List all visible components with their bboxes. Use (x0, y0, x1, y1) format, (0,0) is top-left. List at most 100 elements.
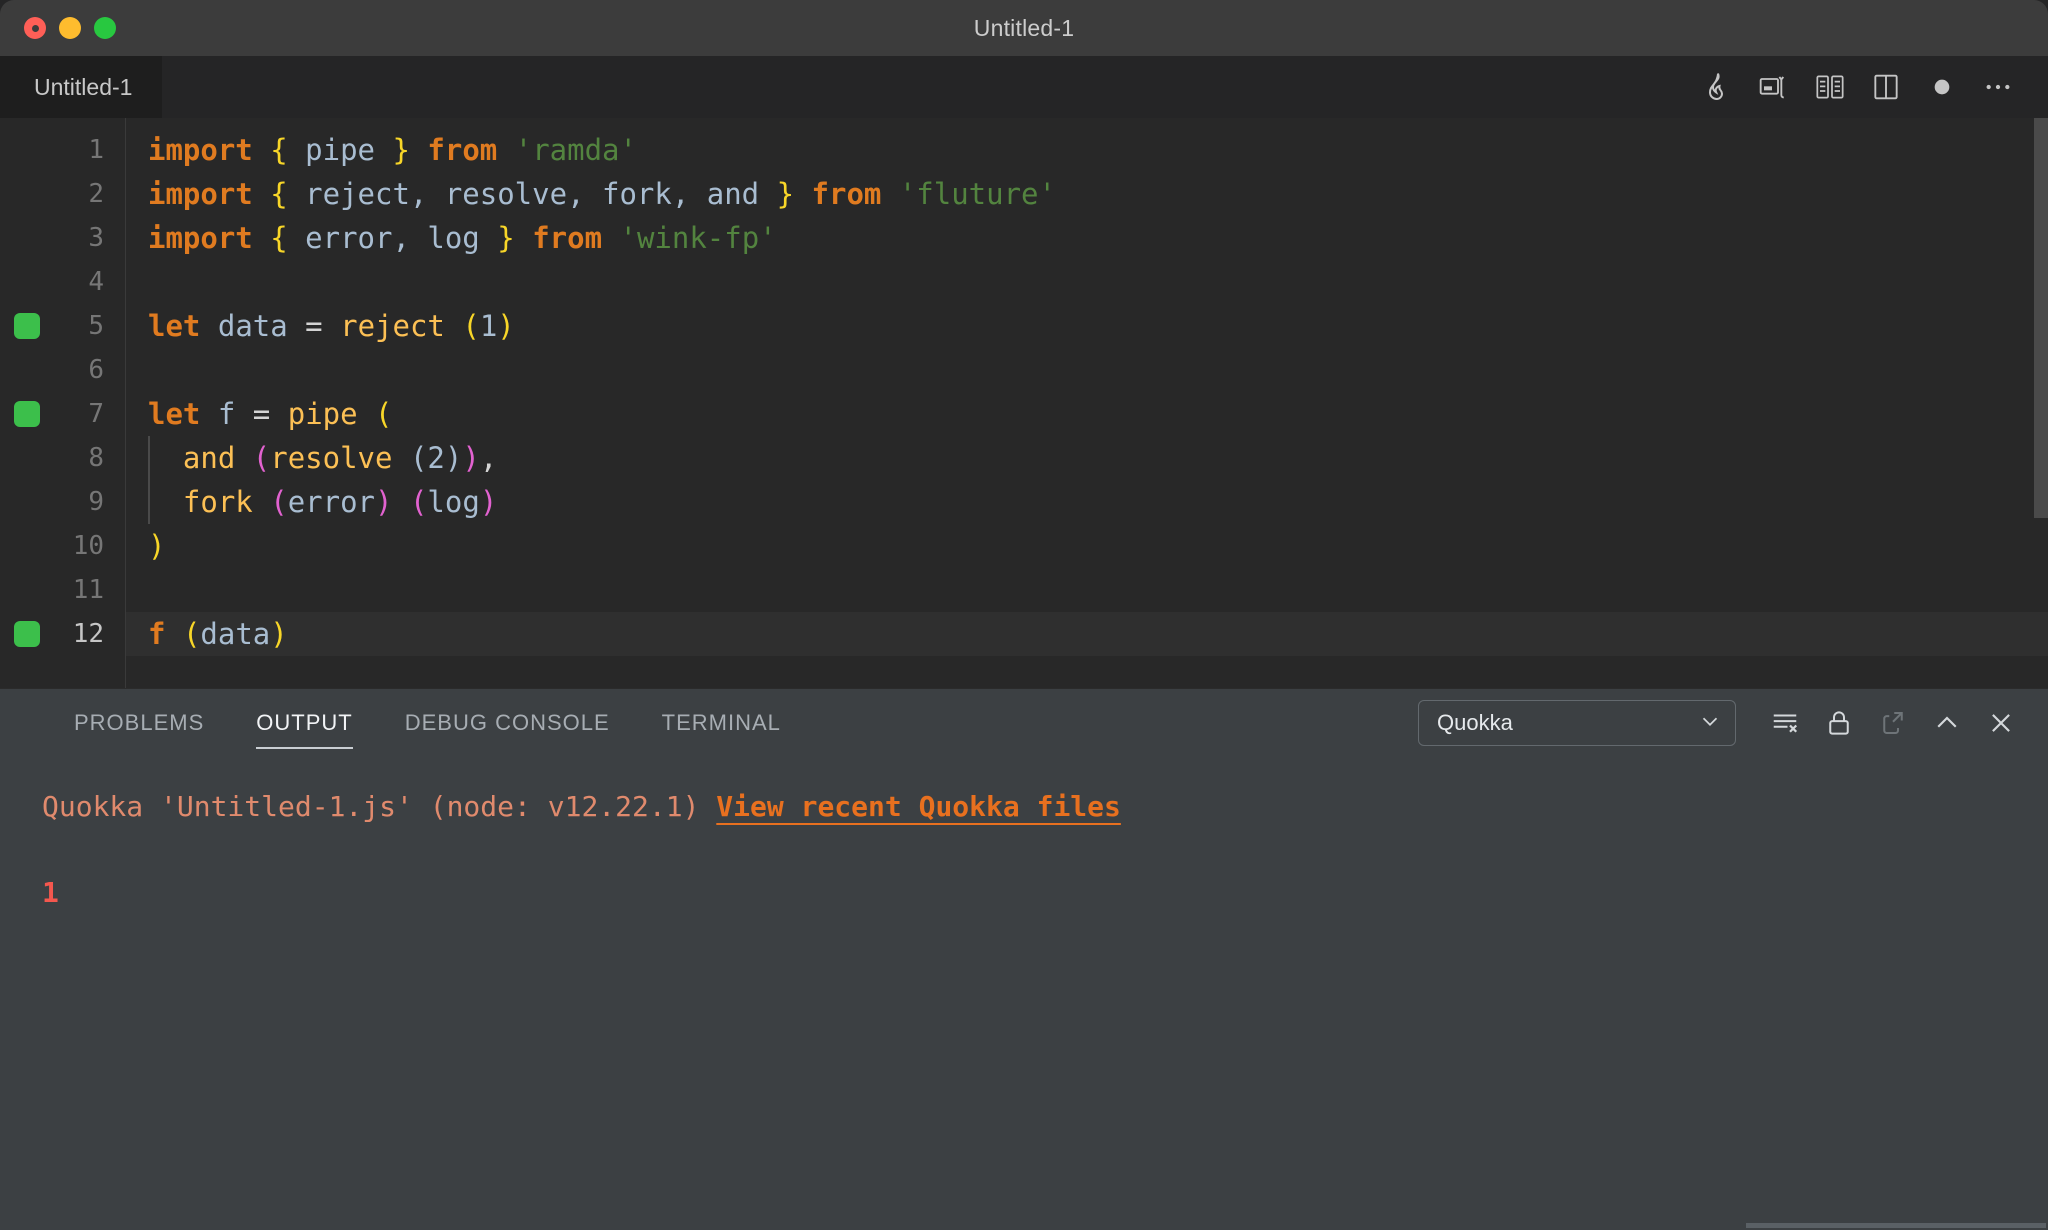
indent-guide (148, 480, 150, 524)
line-number: 6 (88, 355, 104, 385)
output-channel-value: Quokka (1437, 710, 1513, 735)
code-token: f (148, 617, 166, 651)
code-line[interactable]: fork (error) (log) (126, 480, 2048, 524)
gutter-row[interactable]: 3 (0, 216, 126, 260)
panel-tabs: PROBLEMS OUTPUT DEBUG CONSOLE TERMINAL (48, 689, 807, 757)
code-token: data (217, 309, 288, 343)
panel-horizontal-scrollbar[interactable] (1746, 1223, 2046, 1228)
more-actions-icon[interactable] (1970, 59, 2026, 115)
code-token: { (270, 221, 288, 255)
code-line[interactable] (126, 348, 2048, 392)
gutter-row[interactable]: 12 (0, 612, 126, 656)
code-token: ) (148, 529, 166, 563)
run-code-icon[interactable] (1746, 59, 1802, 115)
panel-tab-problems[interactable]: PROBLEMS (48, 689, 230, 757)
code-line[interactable]: let data = reject (1) (126, 304, 2048, 348)
code-token: 'fluture' (898, 177, 1056, 211)
tab-strip-filler (162, 56, 1690, 118)
close-panel-icon[interactable] (1976, 698, 2026, 748)
code-token: from (532, 221, 603, 255)
code-line[interactable]: import { error, log } from 'wink-fp' (126, 216, 2048, 260)
panel-tab-output[interactable]: OUTPUT (230, 689, 378, 757)
code-line[interactable]: f (data) (126, 612, 2048, 656)
code-line-text: and (resolve (2)), (148, 436, 497, 480)
quokka-marker-icon (14, 401, 40, 427)
code-line[interactable]: let f = pipe ( (126, 392, 2048, 436)
clear-output-icon[interactable] (1760, 698, 1810, 748)
code-token: import (148, 133, 253, 167)
code-token: ) (479, 485, 498, 519)
code-line[interactable] (126, 568, 2048, 612)
code-token: ( (182, 617, 201, 651)
code-token: reject (340, 309, 445, 343)
maximize-window-button[interactable] (94, 17, 116, 39)
code-token: , (479, 441, 498, 475)
code-line[interactable]: and (resolve (2)), (126, 436, 2048, 480)
gutter-row[interactable]: 10 (0, 524, 126, 568)
panel-tab-terminal[interactable]: TERMINAL (636, 689, 807, 757)
panel-tab-label: DEBUG CONSOLE (404, 710, 610, 735)
code-editor[interactable]: 1 2 3 4 5 6 7 8 9 10 11 12 import { pipe } from 'ra… (0, 118, 2048, 688)
code-token: pipe (305, 133, 376, 167)
code-token: } (392, 133, 410, 167)
code-token: ( (270, 485, 288, 519)
gutter-row[interactable]: 4 (0, 260, 126, 304)
gutter-row[interactable]: 8 (0, 436, 126, 480)
view-recent-quokka-files-link[interactable]: View recent Quokka files (716, 790, 1121, 823)
output-view[interactable]: Quokka 'Untitled-1.js' (node: v12.22.1) … (0, 757, 2048, 1230)
code-token: = (305, 309, 323, 343)
code-token: error (287, 485, 376, 519)
code-token: 1 (479, 309, 498, 343)
code-token: log (427, 485, 480, 519)
output-channel-select[interactable]: Quokka (1418, 700, 1736, 746)
code-token: { (270, 177, 288, 211)
gutter-row[interactable]: 11 (0, 568, 126, 612)
gutter-row[interactable]: 7 (0, 392, 126, 436)
code-line[interactable]: import { pipe } from 'ramda' (126, 128, 2048, 172)
gutter-row[interactable]: 5 (0, 304, 126, 348)
code-token: } (776, 177, 795, 211)
code-token: error, log (305, 221, 480, 255)
editor-tab-strip: Untitled-1 (0, 56, 2048, 118)
quokka-flame-icon[interactable] (1690, 59, 1746, 115)
maximize-panel-icon[interactable] (1922, 698, 1972, 748)
tab-untitled-1[interactable]: Untitled-1 (0, 56, 163, 118)
minimize-window-button[interactable] (59, 17, 81, 39)
split-editor-icon[interactable] (1858, 59, 1914, 115)
panel-actions-toolbar (1760, 698, 2026, 748)
code-line-text: import { reject, resolve, fork, and } fr… (148, 172, 1056, 216)
code-line[interactable]: import { reject, resolve, fork, and } fr… (126, 172, 2048, 216)
gutter-row[interactable]: 1 (0, 128, 126, 172)
panel-tab-debug-console[interactable]: DEBUG CONSOLE (379, 689, 636, 757)
output-blank-line (42, 835, 2048, 865)
window-controls (0, 17, 116, 39)
open-in-editor-icon[interactable] (1868, 698, 1918, 748)
quokka-marker-icon (14, 621, 40, 647)
close-window-button[interactable] (24, 17, 46, 39)
code-token: reject, resolve, fork, and (305, 177, 760, 211)
code-line[interactable] (126, 260, 2048, 304)
open-changes-icon[interactable] (1802, 59, 1858, 115)
gutter-row[interactable]: 6 (0, 348, 126, 392)
output-result-value: 1 (42, 876, 59, 909)
gutter-row[interactable]: 2 (0, 172, 126, 216)
line-number: 11 (72, 575, 104, 605)
unsaved-dot-icon[interactable] (1914, 59, 1970, 115)
code-token: resolve (270, 441, 393, 475)
lock-scroll-icon[interactable] (1814, 698, 1864, 748)
editor-code-area[interactable]: import { pipe } from 'ramda' import { rej… (126, 118, 2048, 688)
code-line[interactable]: ) (126, 524, 2048, 568)
code-line-text: let f = pipe ( (148, 392, 393, 436)
gutter-row[interactable]: 9 (0, 480, 126, 524)
code-token: ) (444, 441, 463, 475)
editor-vertical-scrollbar[interactable] (2034, 118, 2048, 518)
bottom-panel: PROBLEMS OUTPUT DEBUG CONSOLE TERMINAL Quok… (0, 688, 2048, 1230)
